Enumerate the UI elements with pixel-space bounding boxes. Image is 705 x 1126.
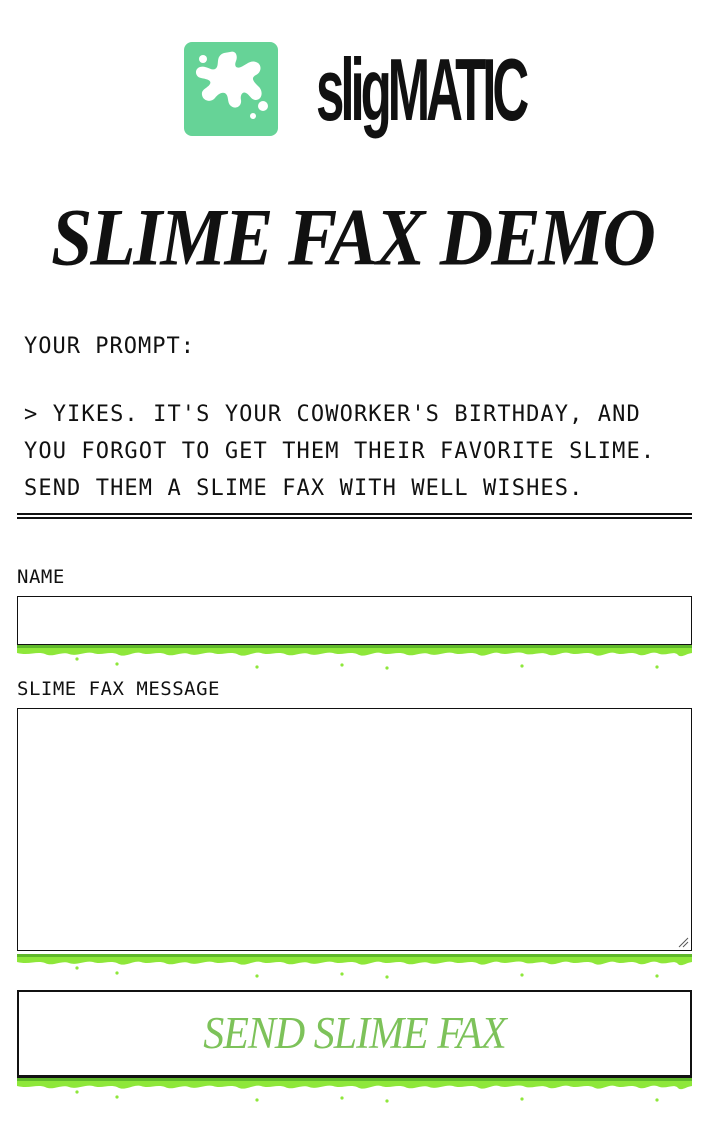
resize-handle-icon[interactable] [677, 936, 689, 948]
slime-drip-decoration [17, 954, 692, 979]
message-label: SLIME FAX MESSAGE [17, 678, 220, 700]
name-input[interactable] [17, 596, 692, 645]
message-textarea[interactable] [17, 708, 692, 951]
slime-drip-decoration [17, 1078, 692, 1103]
send-button-label: SEND SLIME FAX [203, 1009, 507, 1059]
prompt-text: > YIKES. IT'S YOUR COWORKER'S BIRTHDAY, … [24, 402, 656, 501]
send-slime-fax-button[interactable]: SEND SLIME FAX [17, 990, 692, 1078]
slime-splat-logo-icon [184, 42, 278, 136]
prompt-label: YOUR PROMPT: [24, 334, 195, 359]
double-divider [17, 513, 692, 519]
page-title: SLIME FAX DEMO [51, 192, 656, 284]
name-label: NAME [17, 566, 65, 588]
brand-wordmark: sligMATIC [316, 40, 529, 139]
header: sligMATIC [0, 40, 705, 140]
slime-drip-decoration [17, 645, 692, 670]
